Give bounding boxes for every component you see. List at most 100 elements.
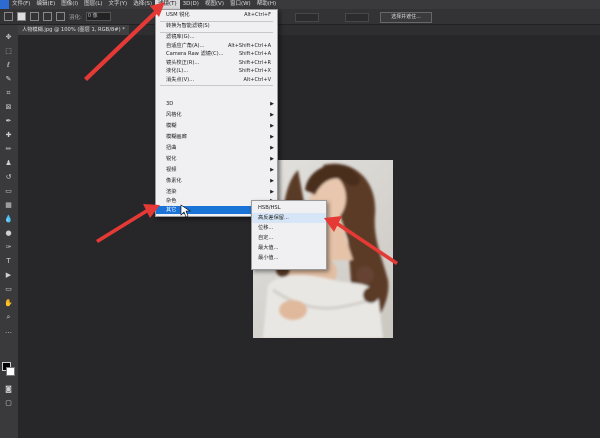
quick-mask-icon[interactable]: ◙ xyxy=(4,385,13,393)
submenu-item-high-pass[interactable]: 高反差保留... xyxy=(252,213,326,223)
menu-item-stylize[interactable]: 风格化 ▶ xyxy=(156,111,277,120)
menu-item-label: 锐化 xyxy=(166,156,177,162)
document-tab[interactable]: 人物模糊.jpg @ 100% (图层 1, RGB/8#) * xyxy=(18,25,129,35)
shortcut-label: Shift+Ctrl+A xyxy=(238,51,271,57)
menu-3d[interactable]: 3D(D) xyxy=(180,0,202,9)
hand-tool-icon[interactable]: ✋ xyxy=(4,299,13,307)
shortcut-label: Alt+Ctrl+V xyxy=(243,76,271,83)
select-and-mask-button[interactable]: 选择并遮住... xyxy=(380,12,432,23)
pen-tool-icon[interactable]: ✑ xyxy=(4,243,13,251)
document-tab-bar: 人物模糊.jpg @ 100% (图层 1, RGB/8#) * xyxy=(18,25,600,35)
menu-item-liquify[interactable]: 液化(L)... Shift+Ctrl+X xyxy=(156,67,277,76)
submenu-item-maximum[interactable]: 最大值... xyxy=(252,243,326,253)
gradient-tool-icon[interactable]: ▦ xyxy=(4,201,13,209)
menu-item-pixelate[interactable]: 像素化 ▶ xyxy=(156,177,277,186)
marquee-tool-icon[interactable]: ⬚ xyxy=(4,47,13,55)
submenu-item-minimum[interactable]: 最小值... xyxy=(252,253,326,263)
menu-item-3d[interactable]: 3D ▶ xyxy=(156,100,277,109)
menu-view[interactable]: 视图(V) xyxy=(202,0,227,9)
menu-item-label: 视频 xyxy=(166,167,177,173)
blur-tool-icon[interactable]: 💧 xyxy=(4,215,13,223)
crop-tool-icon[interactable]: ⌗ xyxy=(4,89,13,97)
feather-input[interactable]: 0 像 xyxy=(85,12,111,21)
menu-file[interactable]: 文件(F) xyxy=(9,0,33,9)
shortcut-label: Shift+Ctrl+R xyxy=(238,59,271,66)
screen-mode-icon[interactable]: ▢ xyxy=(4,399,13,407)
quick-select-tool-icon[interactable]: ✎ xyxy=(4,75,13,83)
type-tool-icon[interactable]: T xyxy=(4,257,13,265)
move-tool-icon[interactable]: ✥ xyxy=(4,33,13,41)
menu-item-label: 模糊 xyxy=(166,123,177,129)
menu-item-blur-gallery[interactable]: 模糊画廊 ▶ xyxy=(156,133,277,142)
intersect-selection-icon[interactable] xyxy=(56,12,65,21)
zoom-tool-icon[interactable]: ⌕ xyxy=(4,313,13,321)
feather-label: 羽化: xyxy=(69,14,82,21)
menu-item-adaptive-wide-angle[interactable]: 自适应广角(A)... Alt+Shift+Ctrl+A xyxy=(156,42,277,51)
eraser-tool-icon[interactable]: ▭ xyxy=(4,187,13,195)
path-selection-tool-icon[interactable]: ▶ xyxy=(4,271,13,279)
background-color-swatch[interactable] xyxy=(6,367,15,376)
add-selection-icon[interactable] xyxy=(30,12,39,21)
submenu-item-custom[interactable]: 自定... xyxy=(252,233,326,243)
submenu-arrow-icon: ▶ xyxy=(270,123,274,129)
lasso-tool-icon[interactable]: ℓ xyxy=(4,61,13,69)
menu-image[interactable]: 图像(I) xyxy=(58,0,81,9)
submenu-arrow-icon: ▶ xyxy=(270,145,274,151)
menu-bar: 文件(F) 编辑(E) 图像(I) 图层(L) 文字(Y) 选择(S) 滤镜(T… xyxy=(0,0,600,9)
menu-item-camera-raw[interactable]: Camera Raw 滤镜(C)... Shift+Ctrl+A xyxy=(156,50,277,59)
menu-item-label: 模糊画廊 xyxy=(166,134,187,140)
menu-item-label: 镜头校正(R)... xyxy=(166,59,200,66)
new-selection-icon[interactable] xyxy=(17,12,26,21)
menu-item-label: 扭曲 xyxy=(166,145,177,151)
menu-item-label: USM 锐化 xyxy=(166,12,190,18)
submenu-arrow-icon: ▶ xyxy=(270,167,274,173)
brush-tool-icon[interactable]: ✏ xyxy=(4,145,13,153)
history-brush-tool-icon[interactable]: ↺ xyxy=(4,173,13,181)
menu-item-filter-gallery[interactable]: 滤镜库(G)... xyxy=(156,33,277,42)
menu-help[interactable]: 帮助(H) xyxy=(254,0,279,9)
filter-menu-dropdown: USM 锐化 Alt+Ctrl+F 转换为智能滤镜(S) 滤镜库(G)... 自… xyxy=(155,9,278,217)
menu-item-label: 转换为智能滤镜(S) xyxy=(166,23,210,29)
shape-tool-icon[interactable]: ▭ xyxy=(4,285,13,293)
menu-item-usm-sharpen[interactable]: USM 锐化 Alt+Ctrl+F xyxy=(156,11,277,20)
healing-brush-tool-icon[interactable]: ✚ xyxy=(4,131,13,139)
menu-item-label: 3D xyxy=(166,101,174,107)
menu-item-render[interactable]: 渲染 ▶ xyxy=(156,188,277,197)
options-bar: 羽化: 0 像 选择并遮住... xyxy=(0,9,600,25)
edit-toolbar-icon[interactable]: … xyxy=(4,327,13,335)
menu-item-vanishing-point[interactable]: 消失点(V)... Alt+Ctrl+V xyxy=(156,76,277,85)
dodge-tool-icon[interactable]: ● xyxy=(4,229,13,237)
subtract-selection-icon[interactable] xyxy=(43,12,52,21)
shortcut-label: Shift+Ctrl+X xyxy=(238,68,271,74)
marquee-tool-preset-icon[interactable] xyxy=(4,12,13,21)
other-submenu: HSB/HSL 高反差保留... 位移... 自定... 最大值... 最小值.… xyxy=(251,200,327,270)
submenu-item-offset[interactable]: 位移... xyxy=(252,223,326,233)
menu-item-video[interactable]: 视频 ▶ xyxy=(156,166,277,175)
menu-layer[interactable]: 图层(L) xyxy=(81,0,105,9)
frame-tool-icon[interactable]: ⊠ xyxy=(4,103,13,111)
menu-select[interactable]: 选择(S) xyxy=(130,0,155,9)
menu-edit[interactable]: 编辑(E) xyxy=(33,0,58,9)
submenu-arrow-icon: ▶ xyxy=(270,156,274,162)
photoshop-logo-icon[interactable] xyxy=(0,0,9,9)
tools-panel: ✥ ⬚ ℓ ✎ ⌗ ⊠ ✒ ✚ ✏ ♟ ↺ ▭ ▦ 💧 ● ✑ T ▶ ▭ ✋ … xyxy=(0,25,19,438)
menu-item-blur[interactable]: 模糊 ▶ xyxy=(156,122,277,131)
menu-item-sharpen[interactable]: 锐化 ▶ xyxy=(156,155,277,164)
menu-filter[interactable]: 滤镜(T) xyxy=(154,0,180,9)
menu-item-label: 渲染 xyxy=(166,189,177,195)
height-field[interactable] xyxy=(345,13,369,22)
menu-item-distort[interactable]: 扭曲 ▶ xyxy=(156,144,277,153)
width-field[interactable] xyxy=(295,13,319,22)
menu-item-label: 滤镜库(G)... xyxy=(166,34,195,40)
menu-item-label: Camera Raw 滤镜(C)... xyxy=(166,51,224,57)
submenu-item-hsb-hsl[interactable]: HSB/HSL xyxy=(252,203,326,213)
clone-stamp-tool-icon[interactable]: ♟ xyxy=(4,159,13,167)
menu-item-label: 风格化 xyxy=(166,112,182,118)
menu-item-convert-smart-filter[interactable]: 转换为智能滤镜(S) xyxy=(156,22,277,31)
menu-type[interactable]: 文字(Y) xyxy=(106,0,131,9)
submenu-arrow-icon: ▶ xyxy=(270,112,274,118)
menu-item-lens-correction[interactable]: 镜头校正(R)... Shift+Ctrl+R xyxy=(156,59,277,68)
menu-item-label: 像素化 xyxy=(166,178,182,184)
menu-window[interactable]: 窗口(W) xyxy=(227,0,254,9)
eyedropper-tool-icon[interactable]: ✒ xyxy=(4,117,13,125)
